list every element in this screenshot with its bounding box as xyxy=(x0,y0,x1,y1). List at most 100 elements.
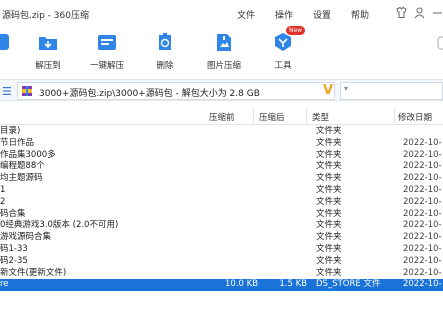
file-name: 新文件(更新文件) xyxy=(0,267,67,278)
file-name: 均主题源码 xyxy=(0,173,43,184)
file-date: 2022-10- xyxy=(403,173,442,184)
file-name: 0经典游戏3.0版本 (2.0不可用) xyxy=(0,220,119,231)
file-date: 2022-10- xyxy=(403,232,442,243)
address-bar: 3000+源码包.zip\3000+源码包 - 解包大小为 2.8 GB V ▾ xyxy=(0,79,443,101)
zip-archive-icon xyxy=(21,85,33,97)
file-name: re xyxy=(0,279,9,290)
col-date[interactable]: 修改日期 xyxy=(398,111,432,123)
menu-operation[interactable]: 操作 xyxy=(275,8,293,21)
window-title: 源码包.zip - 360压缩 xyxy=(2,11,89,21)
col-type[interactable]: 类型 xyxy=(312,111,329,123)
image-compress-icon xyxy=(213,31,235,53)
file-row[interactable]: 作品集3000多 文件夹 2022-10- xyxy=(0,150,443,162)
file-name: 2 xyxy=(0,196,6,207)
path-field[interactable]: 3000+源码包.zip\3000+源码包 - 解包大小为 2.8 GB V xyxy=(17,82,335,100)
file-row[interactable]: 1 文件夹 2022-10- xyxy=(0,185,443,197)
list-menu-icon[interactable] xyxy=(3,86,11,96)
file-name: 码1-33 xyxy=(0,243,28,254)
image-compress-label: 图片压缩 xyxy=(206,61,241,71)
minimize-icon[interactable] xyxy=(430,6,443,20)
column-divider[interactable] xyxy=(306,109,307,123)
file-compressed-size: 10.0 KB xyxy=(225,279,259,290)
file-type: 文件夹 xyxy=(316,161,342,172)
file-type: 文件夹 xyxy=(316,137,342,148)
file-row[interactable]: 码2-35 文件夹 2022-10- xyxy=(0,256,443,268)
file-date: 2022-10- xyxy=(403,279,442,290)
file-date: 2022-10- xyxy=(403,196,442,207)
one-click-extract-icon xyxy=(96,31,118,53)
delete-icon xyxy=(154,31,176,53)
file-type: DS_STORE 文件 xyxy=(316,279,381,290)
dropdown-chevron-icon[interactable]: V xyxy=(323,83,333,98)
file-name: 游戏源码合集 xyxy=(0,232,52,243)
file-list: 目录) 文件夹 节日作品 文件夹 2022-10- 作品集3000多 文件夹 2022-10-… xyxy=(0,126,443,292)
file-type: 文件夹 xyxy=(316,173,342,184)
file-row[interactable]: 新文件(更新文件) 文件夹 2022-10- xyxy=(0,268,443,280)
file-date: 2022-10- xyxy=(403,255,442,266)
col-size[interactable]: 压缩后 xyxy=(259,111,285,123)
file-type: 文件夹 xyxy=(316,208,342,219)
file-date: 2022-10- xyxy=(403,208,442,219)
status-bar xyxy=(0,322,443,332)
file-type: 文件夹 xyxy=(316,255,342,266)
path-text: 3000+源码包.zip\3000+源码包 - 解包大小为 2.8 GB xyxy=(39,89,260,99)
file-row[interactable]: 节日作品 文件夹 2022-10- xyxy=(0,138,443,150)
file-row[interactable]: 游戏源码合集 文件夹 2022-10- xyxy=(0,232,443,244)
file-name: 作品集3000多 xyxy=(0,149,56,160)
title-bar: 源码包.zip - 360压缩 文件 操作 设置 帮助 xyxy=(0,0,443,28)
delete-button[interactable]: 删除 xyxy=(137,28,193,76)
file-size: 1.5 KB xyxy=(279,279,307,290)
extract-to-icon xyxy=(37,31,59,53)
partial-right-button[interactable] xyxy=(420,28,443,76)
menu-file[interactable]: 文件 xyxy=(237,8,255,21)
col-compressed[interactable]: 压缩前 xyxy=(209,111,235,123)
menu-settings[interactable]: 设置 xyxy=(313,8,331,21)
file-row[interactable]: 编程题88个 文件夹 2022-10- xyxy=(0,161,443,173)
search-input[interactable] xyxy=(340,82,443,100)
file-type: 文件夹 xyxy=(316,232,342,243)
file-type: 文件夹 xyxy=(316,243,342,254)
file-name: 1 xyxy=(0,184,6,195)
tools-label: 工具 xyxy=(274,61,292,71)
file-row[interactable]: 0经典游戏3.0版本 (2.0不可用) 文件夹 2022-10- xyxy=(0,220,443,232)
tools-button[interactable]: New 工具 xyxy=(255,26,311,76)
file-date: 2022-10- xyxy=(403,184,442,195)
file-date: 2022-10- xyxy=(403,161,442,172)
file-date: 2022-10- xyxy=(403,220,442,231)
column-header: 压缩前 压缩后 类型 修改日期 xyxy=(0,107,443,125)
column-divider[interactable] xyxy=(394,109,395,123)
file-type: 文件夹 xyxy=(316,267,342,278)
file-name: 编程题88个 xyxy=(0,161,45,172)
one-click-extract-button[interactable]: 一键解压 xyxy=(79,28,135,76)
search-dropdown-icon[interactable]: ▾ xyxy=(344,85,352,93)
file-date: 2022-10- xyxy=(403,267,442,278)
skin-icon[interactable] xyxy=(394,6,408,20)
file-row[interactable]: re 10.0 KB 1.5 KB DS_STORE 文件 2022-10- xyxy=(0,279,443,292)
user-icon[interactable] xyxy=(412,6,426,20)
file-type: 文件夹 xyxy=(316,220,342,231)
file-name: 码2-35 xyxy=(0,255,28,266)
file-type: 文件夹 xyxy=(316,184,342,195)
file-date: 2022-10- xyxy=(403,137,442,148)
new-badge: New xyxy=(286,26,306,35)
file-name: 码合集 xyxy=(0,208,26,219)
file-row[interactable]: 均主题源码 文件夹 2022-10- xyxy=(0,173,443,185)
column-divider[interactable] xyxy=(253,109,254,123)
file-type: 文件夹 xyxy=(316,149,342,160)
image-compress-button[interactable]: 图片压缩 xyxy=(196,28,252,76)
file-name: 目录) xyxy=(0,126,21,136)
one-click-extract-label: 一键解压 xyxy=(89,61,124,71)
file-type: 文件夹 xyxy=(316,196,342,207)
file-row[interactable]: 2 文件夹 2022-10- xyxy=(0,197,443,209)
menu-help[interactable]: 帮助 xyxy=(351,8,369,21)
file-row[interactable]: 码1-33 文件夹 2022-10- xyxy=(0,244,443,256)
file-row[interactable]: 码合集 文件夹 2022-10- xyxy=(0,209,443,221)
extract-to-button[interactable]: 解压到 xyxy=(20,28,76,76)
add-icon xyxy=(0,31,11,53)
file-row[interactable]: 目录) 文件夹 xyxy=(0,126,443,138)
delete-label: 删除 xyxy=(156,61,174,71)
file-type: 文件夹 xyxy=(316,126,342,136)
file-name: 节日作品 xyxy=(0,137,35,148)
extract-to-label: 解压到 xyxy=(35,61,61,71)
partial-right-icon xyxy=(437,31,443,53)
